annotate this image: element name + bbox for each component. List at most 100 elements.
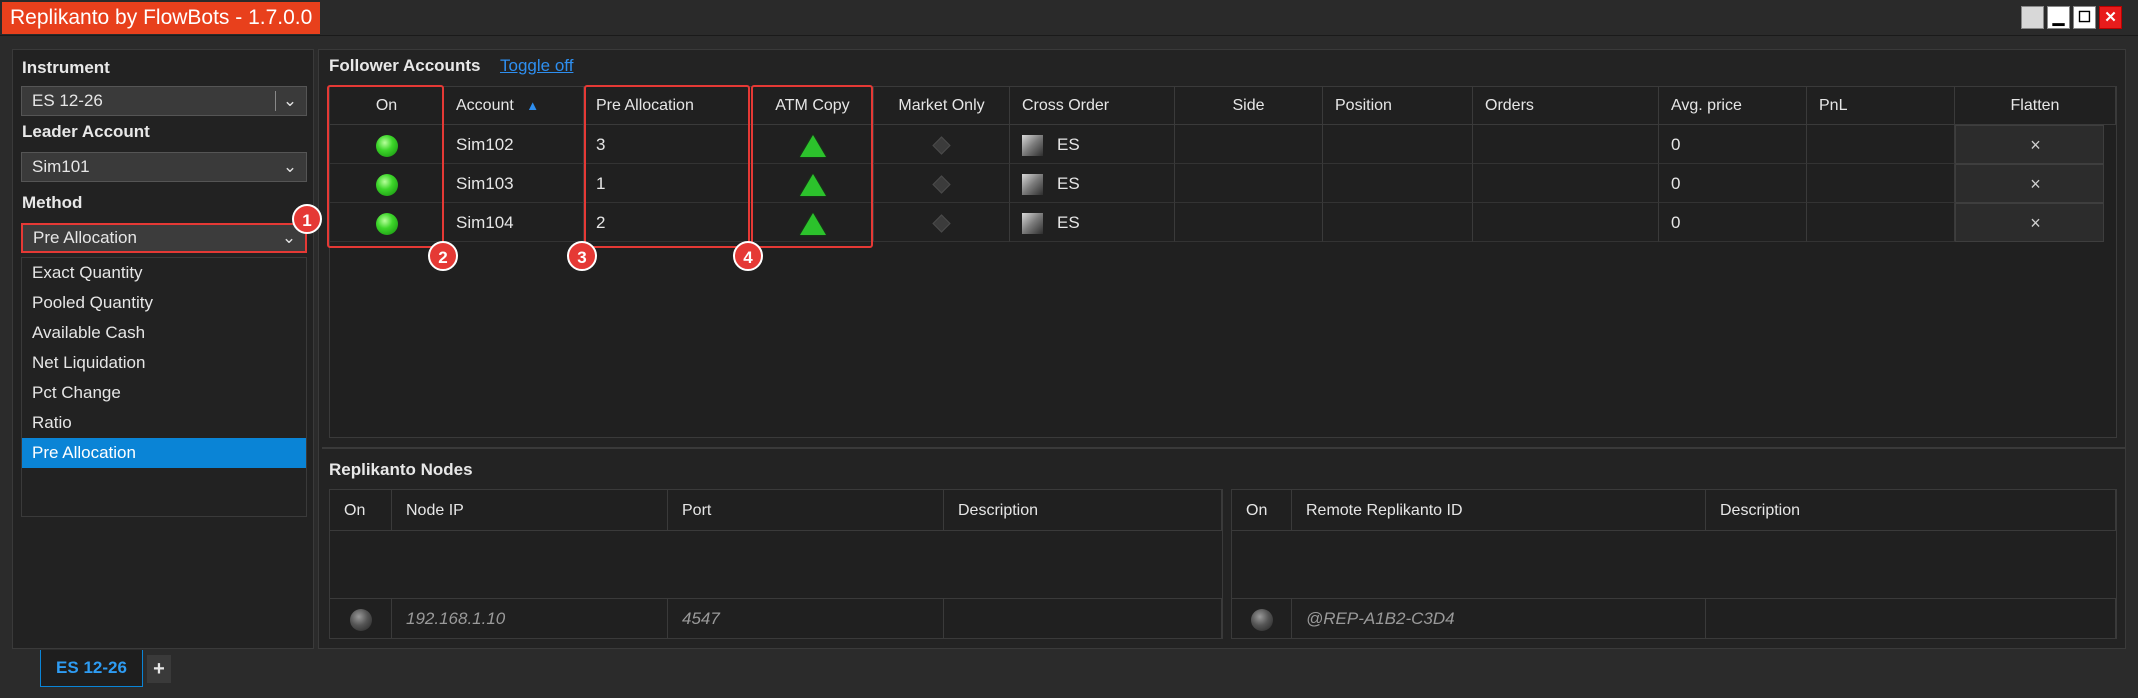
avg-price-cell: 0 xyxy=(1659,203,1807,242)
section-divider xyxy=(322,447,2125,449)
column-header-side[interactable]: Side xyxy=(1175,87,1323,125)
method-option[interactable]: Ratio xyxy=(22,408,306,438)
cross-order-cell[interactable]: ES xyxy=(1010,203,1175,242)
nodes-table: On Node IP Port Description 192.168.1.10… xyxy=(329,489,1223,639)
diamond-icon xyxy=(932,214,951,233)
cross-order-cell[interactable]: ES xyxy=(1010,125,1175,164)
column-header-port[interactable]: Port xyxy=(668,490,944,531)
column-header-pnl[interactable]: PnL xyxy=(1807,87,1955,125)
node-port-cell[interactable]: 4547 xyxy=(668,598,944,638)
diamond-icon xyxy=(932,175,951,194)
method-option[interactable]: Exact Quantity xyxy=(22,258,306,288)
checkbox-icon[interactable] xyxy=(1022,174,1043,196)
side-cell xyxy=(1175,203,1323,242)
column-header-avg-price[interactable]: Avg. price xyxy=(1659,87,1807,125)
market-only-toggle[interactable] xyxy=(874,203,1010,242)
sort-ascending-icon: ▲ xyxy=(526,98,540,113)
side-cell xyxy=(1175,125,1323,164)
orders-cell xyxy=(1473,125,1659,164)
combo-separator xyxy=(275,91,276,111)
account-cell: Sim104 xyxy=(444,203,584,242)
method-option[interactable]: Net Liquidation xyxy=(22,348,306,378)
atm-copy-column-highlight xyxy=(751,85,873,248)
avg-price-cell: 0 xyxy=(1659,125,1807,164)
flatten-button[interactable]: × xyxy=(1955,164,2104,203)
gray-led-icon xyxy=(1250,608,1273,631)
column-header-on[interactable]: On xyxy=(1232,490,1292,531)
position-cell xyxy=(1323,203,1473,242)
node-ip-cell[interactable]: 192.168.1.10 xyxy=(392,598,668,638)
chevron-down-icon[interactable]: ⌄ xyxy=(278,87,302,115)
method-option[interactable]: Available Cash xyxy=(22,318,306,348)
method-dropdown: Exact Quantity Pooled Quantity Available… xyxy=(21,257,307,517)
cross-order-value: ES xyxy=(1057,213,1080,232)
add-tab-button[interactable]: + xyxy=(147,655,171,683)
column-header-cross-order[interactable]: Cross Order xyxy=(1010,87,1175,125)
cross-order-value: ES xyxy=(1057,135,1080,154)
remote-id-cell[interactable]: @REP-A1B2-C3D4 xyxy=(1292,598,1706,638)
pnl-cell xyxy=(1807,203,1955,242)
gray-led-icon xyxy=(349,608,372,631)
column-header-description[interactable]: Description xyxy=(944,490,1222,531)
checkbox-icon[interactable] xyxy=(1022,135,1043,157)
flatten-button[interactable]: × xyxy=(1955,203,2104,242)
column-header-market-only[interactable]: Market Only xyxy=(874,87,1010,125)
cross-order-value: ES xyxy=(1057,174,1080,193)
tab-bar xyxy=(0,650,2138,698)
pnl-cell xyxy=(1807,125,1955,164)
callout-badge-2: 2 xyxy=(428,241,458,271)
column-header-on[interactable]: On xyxy=(330,490,392,531)
diamond-icon xyxy=(932,136,951,155)
column-header-account-label: Account xyxy=(456,97,514,114)
side-cell xyxy=(1175,164,1323,203)
toggle-off-link[interactable]: Toggle off xyxy=(500,56,573,76)
tab-instrument[interactable]: ES 12-26 xyxy=(40,650,143,687)
instrument-select[interactable]: ES 12-26 ⌄ xyxy=(21,86,307,116)
chevron-down-icon: ⌄ xyxy=(282,157,298,176)
replikanto-nodes-title: Replikanto Nodes xyxy=(329,460,473,479)
instrument-label: Instrument xyxy=(22,58,110,77)
close-button[interactable]: ✕ xyxy=(2099,6,2122,29)
market-only-toggle[interactable] xyxy=(874,125,1010,164)
column-header-flatten[interactable]: Flatten xyxy=(1955,87,2116,125)
leader-account-value: Sim101 xyxy=(32,157,90,176)
position-cell xyxy=(1323,125,1473,164)
leader-account-label: Leader Account xyxy=(22,122,150,141)
method-option-selected[interactable]: Pre Allocation xyxy=(22,438,306,468)
orders-cell xyxy=(1473,164,1659,203)
follower-accounts-title: Follower Accounts xyxy=(329,56,481,75)
settings-panel: Instrument ES 12-26 ⌄ Leader Account Sim… xyxy=(12,49,314,649)
maximize-button[interactable]: ☐ xyxy=(2073,6,2096,29)
title-bar: Replikanto by FlowBots - 1.7.0.0 ▁ ☐ ✕ xyxy=(0,0,2138,36)
position-cell xyxy=(1323,164,1473,203)
column-header-description[interactable]: Description xyxy=(1706,490,2116,531)
column-header-node-ip[interactable]: Node IP xyxy=(392,490,668,531)
callout-badge-3: 3 xyxy=(567,241,597,271)
column-header-account[interactable]: Account ▲ xyxy=(444,87,584,125)
checkbox-icon[interactable] xyxy=(1022,213,1043,235)
instrument-value: ES 12-26 xyxy=(32,91,103,110)
column-header-position[interactable]: Position xyxy=(1323,87,1473,125)
method-option[interactable]: Pooled Quantity xyxy=(22,288,306,318)
node-on-toggle[interactable] xyxy=(330,598,392,638)
app-title: Replikanto by FlowBots - 1.7.0.0 xyxy=(2,2,321,34)
column-header-remote-id[interactable]: Remote Replikanto ID xyxy=(1292,490,1706,531)
method-select[interactable]: Pre Allocation ⌄ xyxy=(21,223,307,253)
method-value: Pre Allocation xyxy=(33,228,137,247)
pre-allocation-column-highlight xyxy=(584,85,750,248)
minimize-button[interactable]: ▁ xyxy=(2047,6,2070,29)
pnl-cell xyxy=(1807,164,1955,203)
market-only-toggle[interactable] xyxy=(874,164,1010,203)
orders-cell xyxy=(1473,203,1659,242)
callout-badge-4: 4 xyxy=(733,241,763,271)
window-menu-button[interactable] xyxy=(2021,6,2044,29)
account-cell: Sim102 xyxy=(444,125,584,164)
column-header-orders[interactable]: Orders xyxy=(1473,87,1659,125)
method-option[interactable]: Pct Change xyxy=(22,378,306,408)
flatten-button[interactable]: × xyxy=(1955,125,2104,164)
remote-description-cell[interactable] xyxy=(1706,598,2116,638)
cross-order-cell[interactable]: ES xyxy=(1010,164,1175,203)
leader-account-select[interactable]: Sim101 ⌄ xyxy=(21,152,307,182)
node-description-cell[interactable] xyxy=(944,598,1222,638)
remote-on-toggle[interactable] xyxy=(1232,598,1292,638)
